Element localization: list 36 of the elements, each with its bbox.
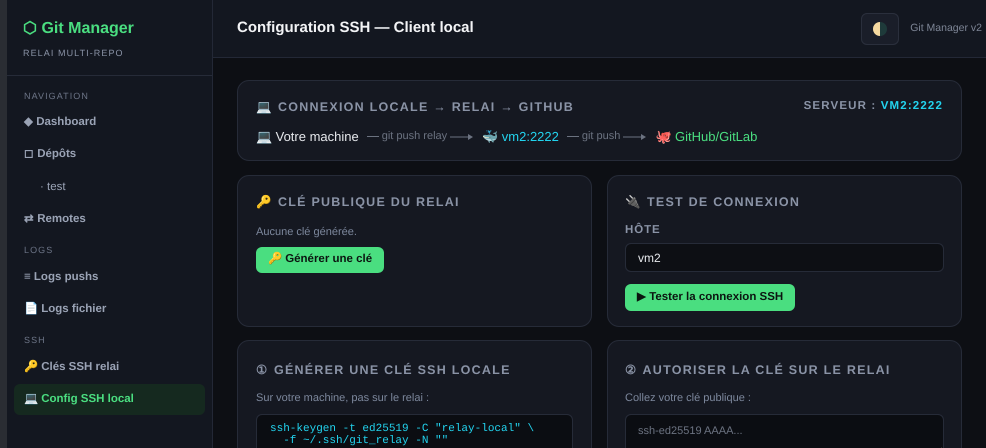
nav-item[interactable]: 🔑 Clés SSH relai	[14, 352, 205, 383]
nav-item[interactable]: · test	[14, 172, 205, 203]
card-title: 🔌 TEST DE CONNEXION	[625, 194, 802, 212]
flow-node-label: 💻 Votre machine	[256, 128, 359, 146]
brand-title: ⬡ Git Manager	[23, 19, 135, 39]
hint-text: Collez votre clé publique :	[625, 391, 752, 406]
brand-subtitle: RELAI MULTI-REPO	[23, 47, 125, 60]
card-title: 💻 CONNEXION LOCALE → RELAI → GITHUB	[256, 99, 574, 116]
version-label: Git Manager v2	[910, 20, 982, 36]
card-title: 🔑 CLÉ PUBLIQUE DU RELAI	[256, 194, 461, 212]
server-value: VM2:2222	[880, 100, 943, 112]
nav-item[interactable]: ≡ Logs pushs	[14, 262, 205, 293]
section-heading: SSH	[23, 334, 47, 347]
theme-toggle-button[interactable]	[861, 12, 900, 44]
host-input[interactable]: vm2	[625, 243, 944, 272]
card-title: ① GÉNÉRER UNE CLÉ SSH LOCALE	[256, 362, 512, 380]
generate-key-button[interactable]: 🔑 Générer une clé	[256, 246, 384, 272]
section-heading: LOGS	[23, 244, 54, 257]
public-key-field[interactable]: ssh-ed25519 AAAA...	[625, 414, 944, 448]
test-connection-button[interactable]: ▶ Tester la connexion SSH	[625, 284, 796, 312]
status-text: Aucune clé générée.	[256, 225, 358, 240]
card-title: ② AUTORISER LA CLÉ SUR LE RELAI	[625, 362, 892, 380]
nav-item[interactable]: ◻ Dépôts	[14, 139, 205, 170]
nav-item[interactable]: 📄 Logs fichier	[14, 294, 205, 325]
flow-node-label: 🐙 GitHub/GitLab	[655, 128, 758, 146]
flow-node-label: 🐳 vm2:2222	[482, 128, 559, 146]
field-label: HÔTE	[625, 222, 662, 238]
nav-item[interactable]: ◆ Dashboard	[14, 107, 205, 138]
half-moon-icon	[873, 22, 888, 36]
code-block: ssh-keygen -t ed25519 -C "relay-local" \ -f ~/.ssh/git_relay -N ""	[256, 414, 573, 448]
section-heading: NAVIGATION	[23, 90, 90, 102]
server-label: SERVEUR :	[804, 100, 876, 112]
hint-text: Sur votre machine, pas sur le relai :	[256, 391, 430, 406]
nav-item[interactable]: ⇄ Remotes	[14, 204, 205, 235]
nav-item[interactable]: 💻 Config SSH local	[14, 384, 205, 415]
page-title: Configuration SSH — Client local	[237, 18, 475, 38]
